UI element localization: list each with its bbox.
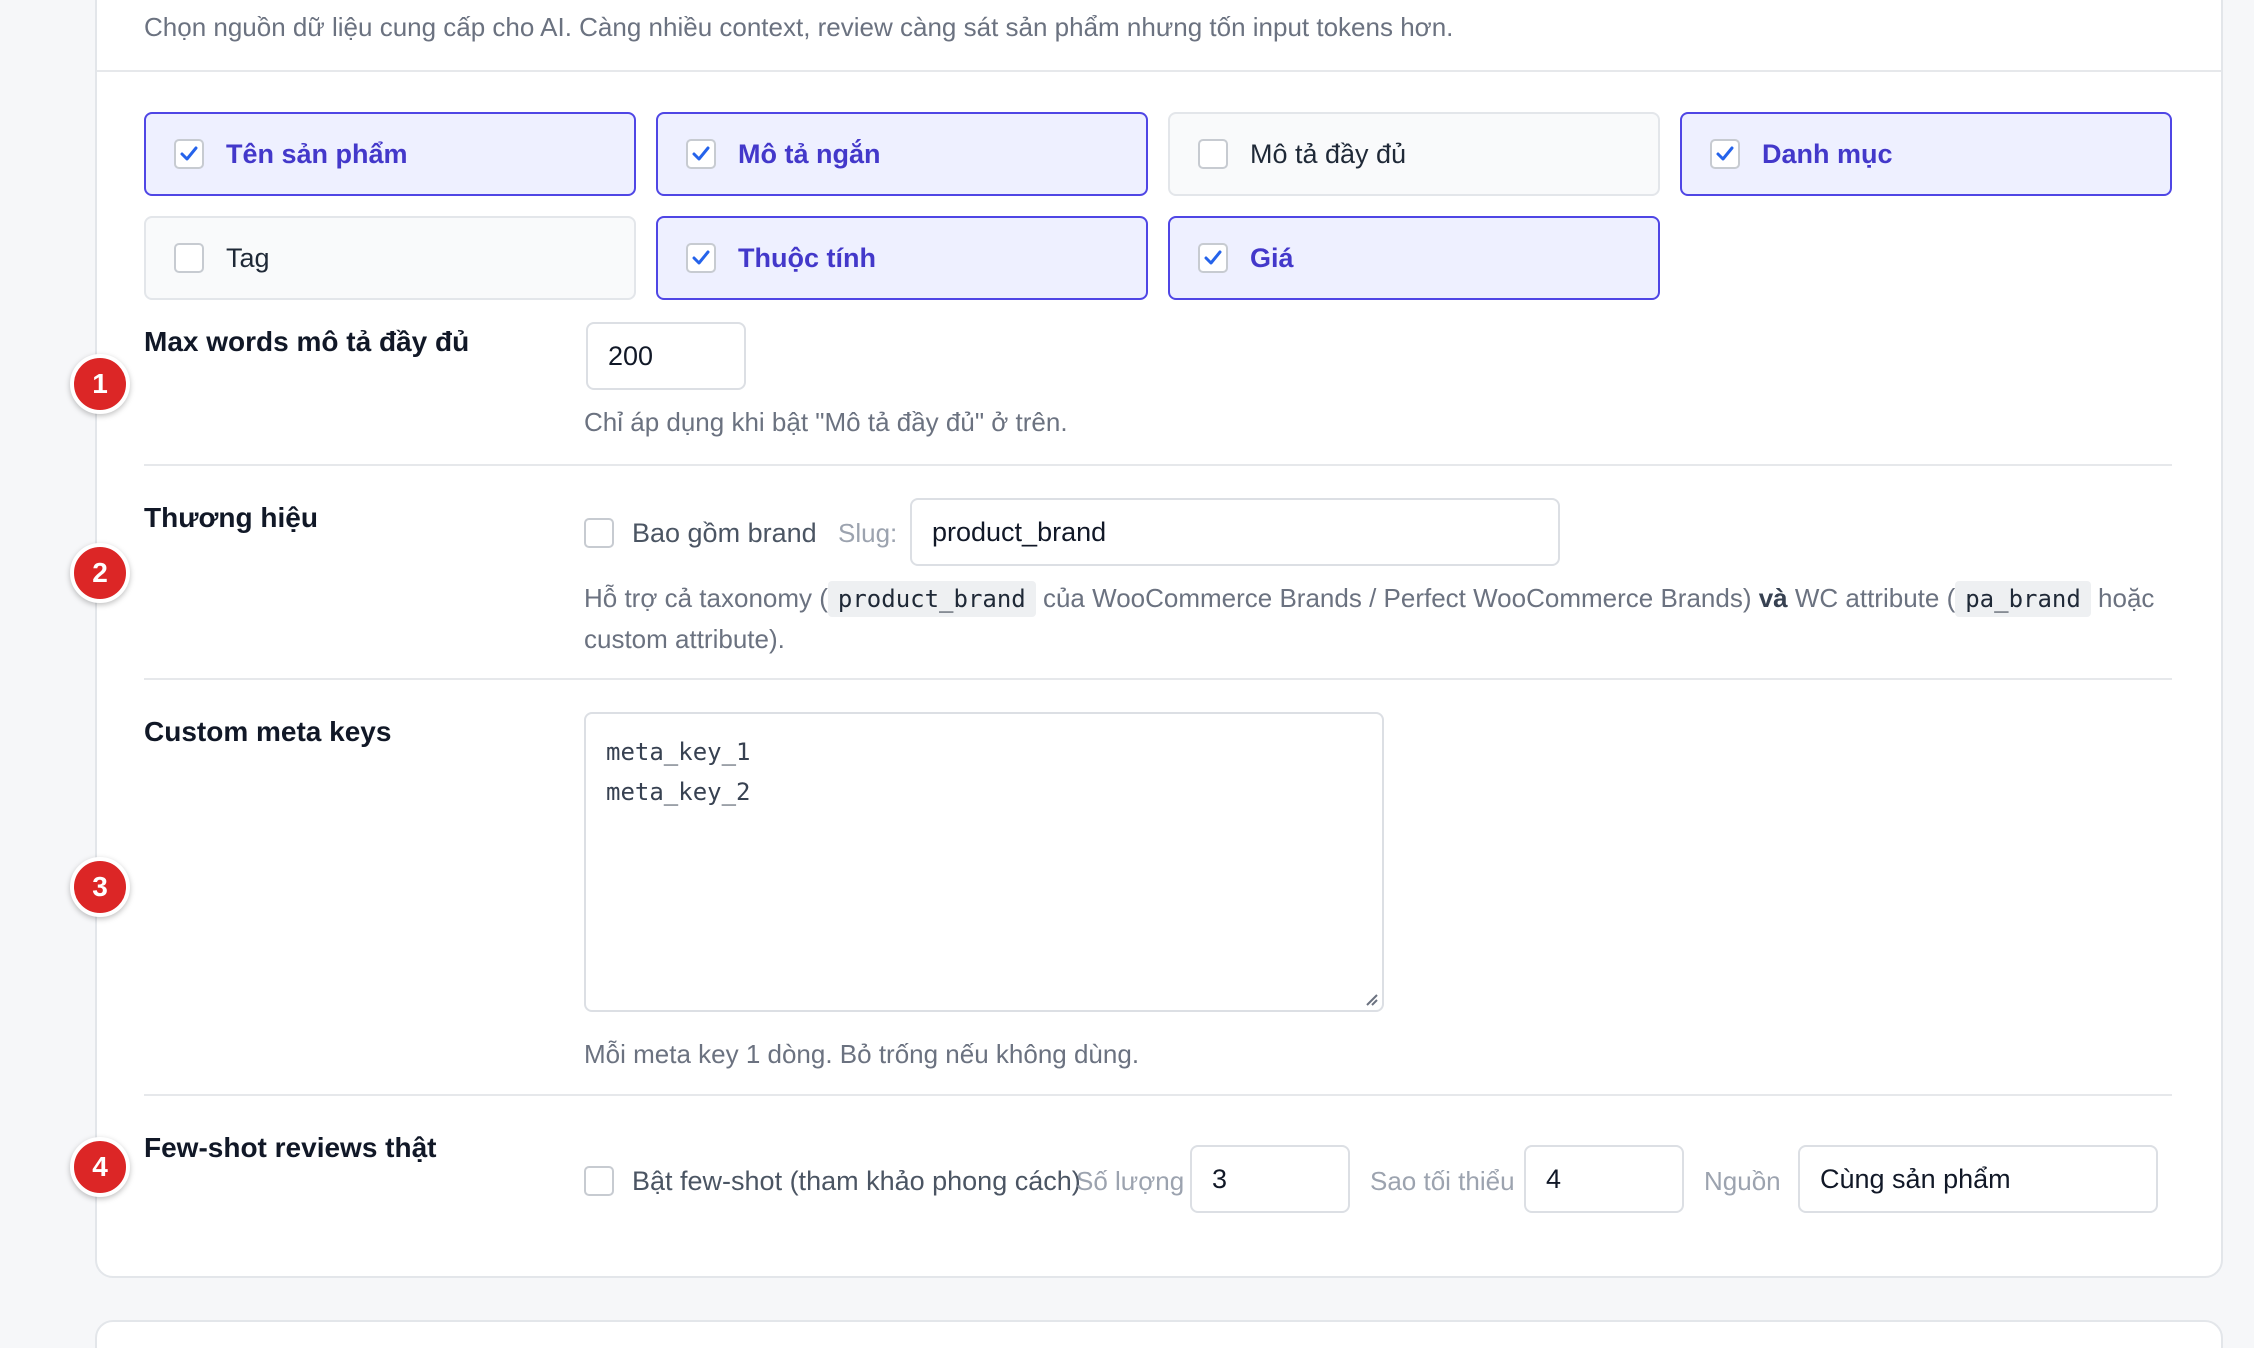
code-product-brand: product_brand: [827, 581, 1036, 617]
checkbox[interactable]: [174, 139, 204, 169]
next-card: [95, 1320, 2223, 1348]
check-icon: [692, 250, 710, 265]
meta-keys-help: Mỗi meta key 1 dòng. Bỏ trống nếu không …: [584, 1039, 1140, 1069]
source-option-label: Thuộc tính: [738, 242, 876, 273]
divider: [144, 678, 2172, 680]
check-icon: [692, 146, 710, 161]
fewshot-checkbox[interactable]: [584, 1166, 614, 1196]
source-option-label: Tag: [226, 242, 270, 273]
brand-help-text: của WooCommerce Brands / Perfect WooComm…: [1035, 583, 1759, 613]
brand-label: Thương hiệu: [144, 502, 318, 533]
step-badge-3: 3: [70, 857, 130, 917]
meta-keys-textarea[interactable]: meta_key_1 meta_key_2: [584, 712, 1384, 1012]
source-option-attributes[interactable]: Thuộc tính: [656, 216, 1148, 300]
max-words-help: Chỉ áp dụng khi bật "Mô tả đầy đủ" ở trê…: [584, 407, 1068, 437]
include-brand-checkbox[interactable]: [584, 518, 614, 548]
code-pa-brand: pa_brand: [1955, 581, 2091, 617]
resize-grip-icon[interactable]: [1364, 992, 1378, 1006]
source-option-label: Giá: [1250, 242, 1294, 273]
divider: [144, 1094, 2172, 1096]
step-badge-4: 4: [70, 1137, 130, 1197]
source-option-full-description[interactable]: Mô tả đầy đủ: [1168, 112, 1660, 196]
source-option-price[interactable]: Giá: [1168, 216, 1660, 300]
brand-help-text: Hỗ trợ cả taxonomy (: [584, 583, 828, 613]
checkbox[interactable]: [1710, 139, 1740, 169]
source-option-category[interactable]: Danh mục: [1680, 112, 2172, 196]
brand-slug-input[interactable]: product_brand: [910, 498, 1560, 566]
source-option-label: Mô tả đầy đủ: [1250, 138, 1407, 169]
include-brand-label: Bao gồm brand: [632, 518, 817, 548]
source-option-label: Tên sản phẩm: [226, 138, 408, 169]
check-icon: [1716, 146, 1734, 161]
check-icon: [180, 146, 198, 161]
source-option-label: Danh mục: [1762, 138, 1893, 169]
source-option-label: Mô tả ngắn: [738, 138, 881, 169]
step-badge-1: 1: [70, 354, 130, 414]
step-badge-2: 2: [70, 543, 130, 603]
fewshot-label: Few-shot reviews thật: [144, 1132, 437, 1163]
source-option-product-name[interactable]: Tên sản phẩm: [144, 112, 636, 196]
checkbox[interactable]: [1198, 139, 1228, 169]
count-label: Số lượng: [1076, 1166, 1185, 1196]
source-option-short-description[interactable]: Mô tả ngắn: [656, 112, 1148, 196]
brand-help-bold: và: [1758, 583, 1788, 613]
meta-key-line: meta_key_1: [606, 738, 751, 766]
brand-help: Hỗ trợ cả taxonomy (product_brand của Wo…: [584, 578, 2184, 659]
checkbox[interactable]: [1198, 243, 1228, 273]
min-star-label: Sao tối thiểu: [1370, 1166, 1515, 1196]
source-option-tag[interactable]: Tag: [144, 216, 636, 300]
intro-text: Chọn nguồn dữ liệu cung cấp cho AI. Càng…: [144, 12, 1454, 42]
checkbox[interactable]: [686, 139, 716, 169]
divider: [144, 464, 2172, 466]
source-options: Tên sản phẩm Mô tả ngắn Mô tả đầy đủ Dan…: [144, 112, 2172, 300]
meta-keys-label: Custom meta keys: [144, 716, 392, 747]
checkbox[interactable]: [686, 243, 716, 273]
fewshot-checkbox-label: Bật few-shot (tham khảo phong cách): [632, 1166, 1081, 1196]
source-label: Nguồn: [1704, 1166, 1781, 1196]
check-icon: [1204, 250, 1222, 265]
slug-label: Slug:: [838, 518, 898, 548]
max-words-label: Max words mô tả đầy đủ: [144, 326, 470, 357]
brand-help-text: WC attribute (: [1787, 583, 1956, 613]
count-input[interactable]: 3: [1190, 1145, 1350, 1213]
brand-help-text: hoặc: [2090, 583, 2155, 613]
min-star-input[interactable]: 4: [1524, 1145, 1684, 1213]
source-select[interactable]: Cùng sản phẩm: [1798, 1145, 2158, 1213]
checkbox[interactable]: [174, 243, 204, 273]
max-words-input[interactable]: 200: [586, 322, 746, 390]
intro-divider: [97, 70, 2221, 72]
meta-key-line: meta_key_2: [606, 778, 751, 806]
brand-help-text: custom attribute).: [584, 624, 785, 654]
